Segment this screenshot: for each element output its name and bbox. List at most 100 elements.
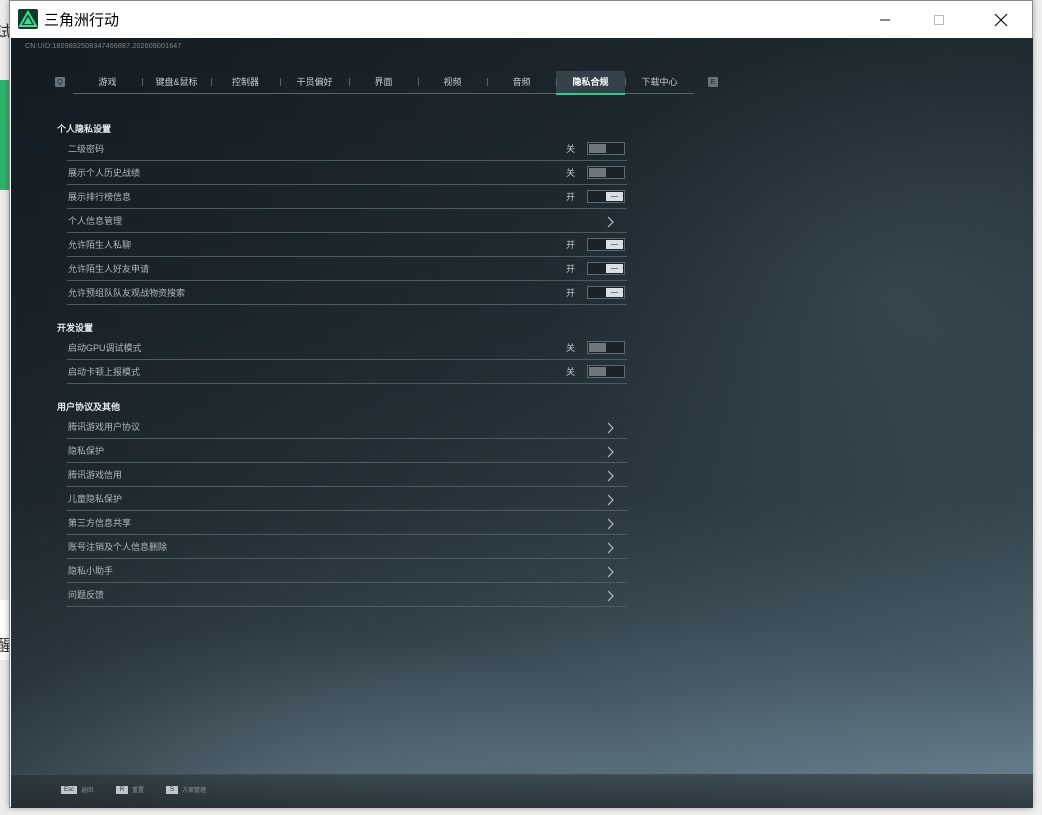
toggle-knob	[606, 192, 623, 201]
toggle-switch[interactable]	[587, 166, 625, 179]
hint-key: R	[116, 785, 128, 794]
close-icon	[994, 13, 1008, 26]
setting-label: 允许陌生人私聊	[68, 240, 132, 250]
tab-2[interactable]: 键盘&鼠标	[142, 71, 211, 93]
section-title: 个人隐私设置	[57, 124, 112, 134]
link-row[interactable]: 隐私保护	[67, 439, 627, 463]
setting-label: 展示个人历史战绩	[68, 168, 141, 178]
toggle-switch[interactable]	[587, 262, 625, 275]
hint-key: S	[166, 785, 178, 794]
chevron-right-icon	[605, 589, 615, 602]
tab-4[interactable]: 干员偏好	[280, 71, 349, 93]
settings-tab-bar: Q 游戏 键盘&鼠标 控制器 干员偏好 界面 视频 音频 隐私合规 下载中心 E	[55, 70, 718, 95]
bottom-hint-bar: Esc 返回 R 重置 S 方案管理	[11, 774, 1033, 808]
toggle-row[interactable]: 展示个人历史战绩 关	[67, 161, 627, 185]
toggle-state-label: 开	[565, 192, 575, 202]
toggle-switch[interactable]	[587, 286, 625, 299]
setting-label: 腾讯游戏信用	[68, 470, 123, 480]
setting-label: 启动卡顿上报模式	[68, 367, 141, 377]
hint-1[interactable]: Esc 返回	[61, 785, 93, 794]
toggle-switch[interactable]	[587, 365, 625, 378]
hint-label: 返回	[81, 788, 94, 794]
link-row[interactable]: 第三方信息共享	[67, 511, 627, 535]
setting-label: 腾讯游戏用户协议	[68, 422, 141, 432]
setting-label: 允许预组队队友观战物资搜索	[68, 288, 186, 298]
link-row[interactable]: 账号注销及个人信息删除	[67, 535, 627, 559]
minimize-icon	[880, 19, 890, 20]
link-row[interactable]: 隐私小助手	[67, 559, 627, 583]
toggle-state-label: 开	[565, 240, 575, 250]
toggle-row[interactable]: 允许陌生人好友申请 开	[67, 257, 627, 281]
tab-5[interactable]: 界面	[349, 71, 418, 93]
chevron-right-icon	[605, 469, 615, 482]
toggle-row[interactable]: 允许预组队队友观战物资搜索 开	[67, 281, 627, 305]
hint-3[interactable]: S 方案管理	[166, 785, 206, 794]
next-tab-key[interactable]: E	[708, 77, 718, 87]
tab-8[interactable]: 隐私合规	[556, 70, 625, 95]
close-button[interactable]	[978, 1, 1024, 38]
toggle-row[interactable]: 启动卡顿上报模式 关	[67, 360, 627, 384]
tab-6[interactable]: 视频	[418, 71, 487, 93]
toggle-state-label: 关	[565, 168, 575, 178]
app-logo-icon	[18, 9, 38, 29]
toggle-row[interactable]: 允许陌生人私聊 开	[67, 233, 627, 257]
setting-label: 第三方信息共享	[68, 518, 132, 528]
link-row[interactable]: 问题反馈	[67, 583, 627, 607]
toggle-switch[interactable]	[587, 142, 625, 155]
hint-key: Esc	[61, 785, 78, 794]
chevron-right-icon	[605, 445, 615, 458]
chevron-right-icon	[605, 493, 615, 506]
hint-2[interactable]: R 重置	[116, 785, 144, 794]
toggle-knob	[589, 343, 606, 352]
window-title: 三角洲行动	[44, 12, 120, 29]
setting-label: 个人信息管理	[68, 216, 123, 226]
privacy-settings-panel: 个人隐私设置 二级密码关展示个人历史战绩关展示排行榜信息开个人信息管理 允许陌生人私…	[57, 122, 627, 607]
link-row[interactable]: 腾讯游戏信用	[67, 463, 627, 487]
toggle-row[interactable]: 展示排行榜信息 开	[67, 185, 627, 209]
maximize-icon	[934, 14, 944, 25]
link-row[interactable]: 个人信息管理	[67, 209, 627, 233]
maximize-button[interactable]	[916, 1, 962, 38]
toggle-state-label: 关	[565, 144, 575, 154]
link-row[interactable]: 儿童隐私保护	[67, 487, 627, 511]
tab-9[interactable]: 下载中心	[625, 71, 694, 93]
tab-7[interactable]: 音频	[487, 71, 556, 93]
toggle-state-label: 关	[565, 343, 575, 353]
game-settings-screen: CN:UID:1809892508347466887.202608001647 …	[11, 38, 1033, 808]
setting-label: 儿童隐私保护	[68, 494, 123, 504]
chevron-right-icon	[605, 517, 615, 530]
minimize-button[interactable]	[862, 1, 908, 38]
toggle-row[interactable]: 启动GPU调试模式 关	[67, 336, 627, 360]
setting-label: 隐私保护	[68, 446, 105, 456]
user-id-label: CN:UID:1809892508347466887.202608001647	[25, 43, 182, 50]
link-row[interactable]: 腾讯游戏用户协议	[67, 415, 627, 439]
setting-label: 二级密码	[68, 144, 105, 154]
toggle-row[interactable]: 二级密码 关	[67, 137, 627, 161]
toggle-knob	[606, 288, 623, 297]
chevron-right-icon	[605, 565, 615, 578]
toggle-switch[interactable]	[587, 190, 625, 203]
toggle-switch[interactable]	[587, 238, 625, 251]
toggle-switch[interactable]	[587, 341, 625, 354]
section-title: 用户协议及其他	[57, 402, 121, 412]
toggle-knob	[606, 240, 623, 249]
toggle-state-label: 开	[565, 264, 575, 274]
title-bar[interactable]: 三角洲行动	[10, 1, 1032, 38]
toggle-state-label: 关	[565, 367, 575, 377]
prev-tab-key[interactable]: Q	[55, 77, 65, 87]
tab-3[interactable]: 控制器	[211, 71, 280, 93]
toggle-state-label: 开	[565, 288, 575, 298]
toggle-knob	[589, 168, 606, 177]
tab-1[interactable]: 游戏	[73, 71, 142, 93]
toggle-knob	[589, 144, 606, 153]
tab-list: 游戏 键盘&鼠标 控制器 干员偏好 界面 视频 音频 隐私合规 下载中心	[73, 70, 694, 95]
hint-label: 重置	[132, 788, 145, 794]
app-window: 三角洲行动 CN:UID:1809892508347466887.2026080…	[9, 0, 1033, 808]
chevron-right-icon	[605, 215, 615, 228]
setting-label: 展示排行榜信息	[68, 192, 132, 202]
setting-label: 账号注销及个人信息删除	[68, 542, 168, 552]
setting-label: 允许陌生人好友申请	[68, 264, 150, 274]
setting-label: 启动GPU调试模式	[68, 343, 142, 353]
hint-label: 方案管理	[182, 788, 207, 794]
